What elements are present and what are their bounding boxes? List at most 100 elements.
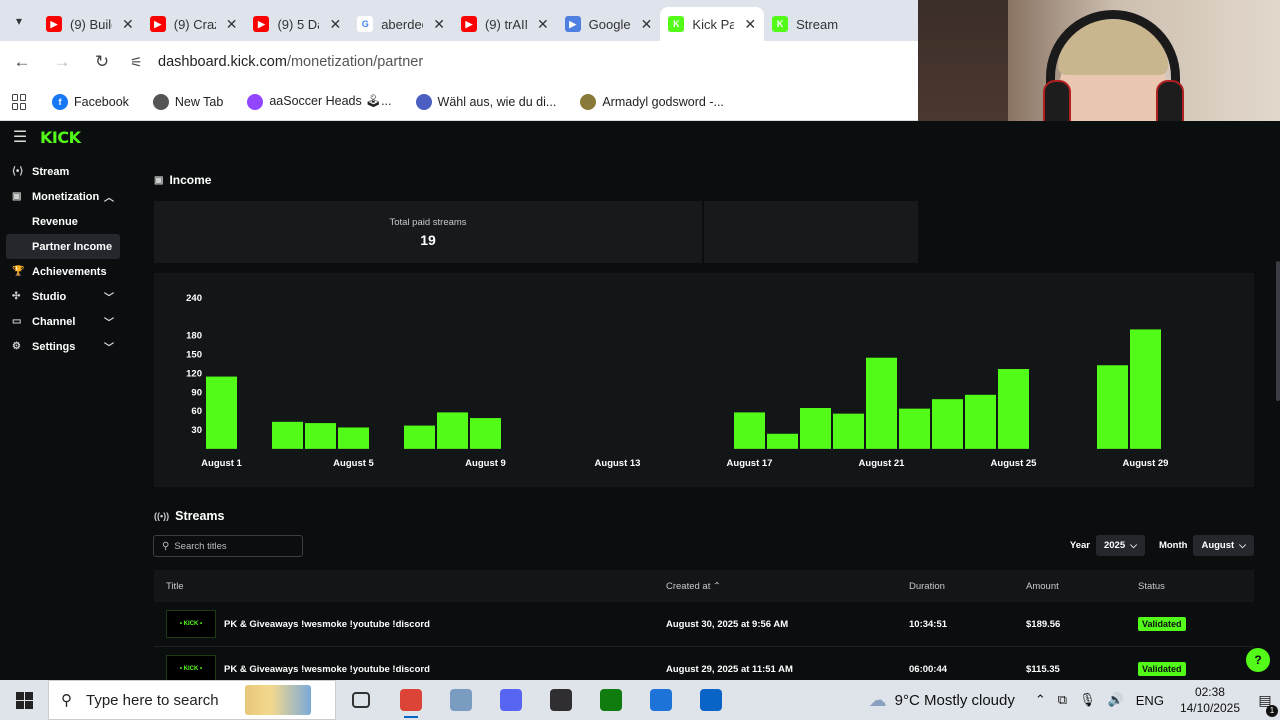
chart-bar[interactable] <box>965 394 996 449</box>
tab-search-chevron-icon[interactable]: ▾ <box>0 0 38 41</box>
discord-icon[interactable] <box>486 680 536 720</box>
row-title[interactable]: PK & Giveaways !wesmoke !youtube !discor… <box>224 664 430 675</box>
task-view-icon-glyph <box>352 692 370 708</box>
bookmark-label: New Tab <box>174 94 224 109</box>
chart-bar[interactable] <box>305 423 336 449</box>
bookmark-item[interactable]: Wähl aus, wie du di... <box>415 93 556 110</box>
sidebar-item-monetization[interactable]: ▣ Monetization ︿ <box>0 184 128 209</box>
clock[interactable]: 02:38 14/10/2025 <box>1180 684 1240 716</box>
browser-tab[interactable]: ▶ (9) Build ✕ <box>38 7 142 41</box>
close-icon[interactable]: ✕ <box>641 16 653 33</box>
col-created-label: Created at <box>666 580 711 592</box>
volume-icon[interactable]: 🔊 <box>1108 692 1124 708</box>
col-title[interactable]: Title <box>154 581 666 592</box>
browser-tab[interactable]: ▶ (9) Craz ✕ <box>142 7 246 41</box>
chart-bar[interactable] <box>932 399 963 449</box>
close-icon[interactable]: ✕ <box>122 16 134 33</box>
sidebar-item-channel[interactable]: ▭ Channel ﹀ <box>0 309 128 334</box>
row-title[interactable]: PK & Giveaways !wesmoke !youtube !discor… <box>224 619 430 630</box>
streams-table: Title Created at ⌃ Duration Amount Statu… <box>154 570 1254 692</box>
browser-tab[interactable]: K Stream <box>764 7 846 41</box>
back-arrow-icon[interactable]: ← <box>4 44 40 80</box>
chrome-icon[interactable] <box>386 680 436 720</box>
year-select[interactable]: 2025 ⌵ <box>1095 535 1145 556</box>
chart-bar[interactable] <box>404 425 435 449</box>
chart-bar[interactable] <box>866 357 897 449</box>
col-created-at[interactable]: Created at ⌃ <box>666 581 909 592</box>
browser-tab[interactable]: Gaberdee ✕ <box>349 7 453 41</box>
stream-thumbnail[interactable]: • KICK • <box>166 610 216 638</box>
sidebar-item-settings[interactable]: ⚙ Settings ﹀ <box>0 334 128 359</box>
chart-bar[interactable] <box>1097 365 1128 449</box>
notification-center-icon[interactable]: ▤ 1 <box>1250 692 1280 717</box>
hamburger-menu-icon[interactable]: ☰ <box>0 127 40 147</box>
microphone-icon[interactable]: 🎙 <box>1079 692 1096 708</box>
month-select[interactable]: August ⌵ <box>1193 535 1254 556</box>
sidebar-item-studio[interactable]: ✣ Studio ﹀ <box>0 284 128 309</box>
photos-icon[interactable] <box>436 680 486 720</box>
month-label: Month <box>1158 540 1188 551</box>
chart-bar[interactable] <box>998 369 1029 449</box>
snipping-icon[interactable] <box>636 680 686 720</box>
discord-icon-glyph <box>500 689 522 711</box>
close-icon[interactable]: ✕ <box>744 16 756 33</box>
taskbar-search-text: Type here to search <box>86 691 219 709</box>
url-bar[interactable]: ⚟ dashboard.kick.com/monetization/partne… <box>130 45 918 79</box>
chart-bar[interactable] <box>734 412 765 449</box>
chart-bar[interactable] <box>833 413 864 449</box>
forward-arrow-icon[interactable]: → <box>44 44 80 80</box>
chart-bar[interactable] <box>800 408 831 449</box>
sidebar-item-achievements[interactable]: 🏆 Achievements <box>0 259 128 284</box>
sidebar-item-stream[interactable]: ⟨•⟩ Stream <box>0 159 128 184</box>
browser-tab[interactable]: K Kick Par ✕ <box>660 7 765 41</box>
chart-bar[interactable] <box>437 412 468 449</box>
search-titles-field[interactable]: ⚲ <box>153 535 303 557</box>
browser-tab[interactable]: ▶ Google ✕ <box>557 7 661 41</box>
browser-tab[interactable]: ▶ (9) trAIN ✕ <box>453 7 557 41</box>
browser-tab[interactable]: ▶ (9) 5 Da ✕ <box>245 7 349 41</box>
windows-start-icon[interactable] <box>0 680 48 720</box>
chart-bar[interactable] <box>206 376 237 449</box>
xbox-icon[interactable] <box>586 680 636 720</box>
chart-bar[interactable] <box>338 427 369 449</box>
kick-logo[interactable]: KICK <box>40 128 81 147</box>
col-duration[interactable]: Duration <box>909 581 1026 592</box>
sidebar-item-partner-income[interactable]: Partner Income <box>6 234 120 259</box>
bookmark-item[interactable]: New Tab <box>152 93 224 110</box>
search-input[interactable] <box>174 540 295 552</box>
outlook-icon[interactable] <box>686 680 736 720</box>
page-scrollbar[interactable] <box>1276 261 1280 401</box>
close-icon[interactable]: ✕ <box>329 16 341 33</box>
col-amount[interactable]: Amount <box>1026 581 1138 592</box>
close-icon[interactable]: ✕ <box>433 16 445 33</box>
youtube-icon: ▶ <box>149 16 166 32</box>
table-row[interactable]: • KICK • PK & Giveaways !wesmoke !youtube… <box>154 602 1254 647</box>
weather-widget[interactable]: ☁ 9°C Mostly cloudy <box>869 690 1015 711</box>
network-icon[interactable]: ⧉ <box>1058 692 1067 708</box>
close-icon[interactable]: ✕ <box>226 16 238 33</box>
x-tick-label: August 9 <box>465 458 506 469</box>
apps-grid-icon[interactable] <box>12 93 28 110</box>
taskbar-search-box[interactable]: ⚲ Type here to search <box>48 680 336 720</box>
close-icon[interactable]: ✕ <box>537 16 549 33</box>
x-tick-label: August 17 <box>727 458 773 469</box>
bookmark-item[interactable]: aaSoccer Heads 🕹... <box>247 93 392 110</box>
help-chat-icon[interactable]: ? <box>1246 648 1270 672</box>
chart-bar[interactable] <box>272 421 303 449</box>
chart-bar[interactable] <box>1130 329 1161 449</box>
col-status[interactable]: Status <box>1138 581 1254 592</box>
task-view-icon[interactable] <box>336 680 386 720</box>
reload-icon[interactable]: ↻ <box>84 44 120 80</box>
bookmark-item[interactable]: f Facebook <box>52 93 129 110</box>
obs-icon[interactable] <box>536 680 586 720</box>
sidebar-item-revenue[interactable]: Revenue <box>0 209 128 234</box>
language-indicator[interactable]: ENG <box>1136 693 1164 708</box>
chart-bar[interactable] <box>470 418 501 449</box>
twitch-icon <box>247 93 264 110</box>
bookmark-item[interactable]: Armadyl godsword -... <box>580 93 724 110</box>
chart-bar[interactable] <box>899 408 930 449</box>
stream-thumbnail[interactable]: • KICK • <box>166 655 216 683</box>
chart-bar[interactable] <box>767 433 798 449</box>
chevron-up-icon[interactable]: ⌃ <box>1035 692 1046 708</box>
site-settings-icon[interactable]: ⚟ <box>130 54 148 71</box>
